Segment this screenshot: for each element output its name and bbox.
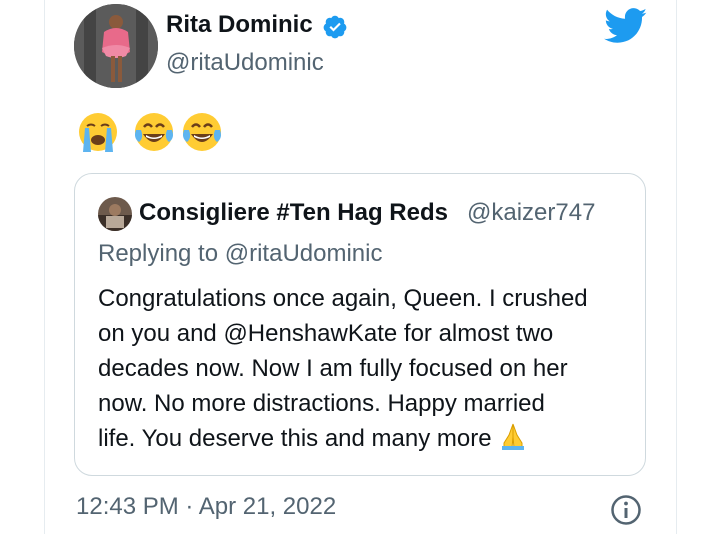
info-icon[interactable] — [610, 494, 642, 526]
author-handle[interactable]: @ritaUdominic — [166, 47, 324, 79]
verified-badge-icon — [323, 15, 347, 39]
quoted-text-line-last: life. You deserve this and many more — [98, 421, 638, 456]
face-with-tears-of-joy-icon — [135, 113, 173, 151]
quoted-author-handle[interactable]: @kaizer747 — [467, 197, 595, 229]
quoted-tweet-card[interactable]: Consigliere #Ten Hag Reds @kaizer747 Rep… — [74, 173, 646, 476]
quoted-text-line: life. You deserve this and many more — [98, 425, 492, 452]
author-avatar[interactable] — [74, 4, 158, 88]
folded-hands-icon — [501, 423, 524, 450]
face-with-tears-of-joy-icon — [183, 113, 221, 151]
tweet-card-border-left — [44, 0, 45, 534]
quoted-text-line: now. No more distractions. Happy married — [98, 390, 545, 417]
profile-photo-icon — [74, 4, 158, 88]
twitter-bird-icon[interactable] — [604, 8, 648, 44]
loudly-crying-face-icon — [79, 113, 117, 152]
quoted-author-name[interactable]: Consigliere #Ten Hag Reds — [139, 197, 448, 229]
quoted-tweet-text: Congratulations once again, Queen. I cru… — [98, 281, 638, 456]
tweet-timestamp[interactable]: 12:43 PM · Apr 21, 2022 — [76, 490, 336, 524]
quoted-text-line: Congratulations once again, Queen. I cru… — [98, 285, 588, 312]
quoted-text-line: decades now. Now I am fully focused on h… — [98, 355, 568, 382]
quoted-text-line: on you and @HenshawKate for almost two — [98, 320, 554, 347]
author-name[interactable]: Rita Dominic — [166, 8, 313, 42]
quoted-author-avatar[interactable] — [98, 197, 132, 231]
profile-photo-icon — [98, 197, 132, 231]
tweet-card-border-right — [676, 0, 677, 534]
replying-to-label[interactable]: Replying to @ritaUdominic — [98, 238, 382, 270]
